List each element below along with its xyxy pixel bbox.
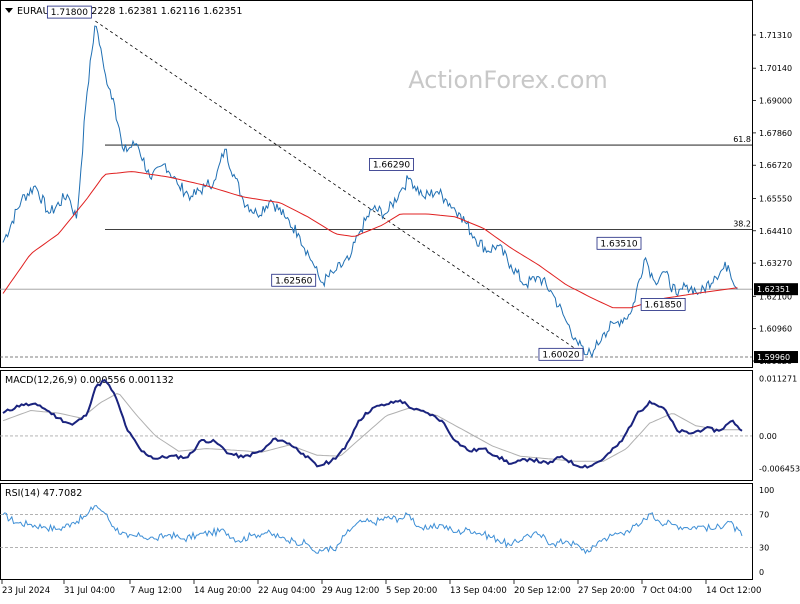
time-tick-label: 22 Aug 04:00	[258, 586, 315, 596]
rsi-tick-label: 0	[759, 568, 764, 577]
time-tick-label: 29 Aug 12:00	[322, 586, 379, 596]
price-series-line	[2, 25, 738, 359]
price-annotation-label: 1.62560	[275, 276, 312, 286]
price-tick-label: 1.65550	[759, 194, 792, 203]
rsi-line	[2, 504, 743, 555]
rsi-title: RSI(14) 47.7082	[5, 488, 82, 499]
fib-level-label: 61.8	[733, 135, 751, 144]
time-tick-label: 13 Sep 04:00	[450, 586, 507, 596]
time-tick-label: 23 Jul 2024	[2, 586, 50, 596]
price-annotation-label: 1.60020	[542, 350, 579, 360]
fib-level-label: 38.2	[733, 219, 751, 228]
current-price-tag-label: 1.62351	[757, 285, 790, 294]
time-tick-label: 31 Jul 04:00	[64, 586, 115, 596]
time-tick-label: 7 Aug 12:00	[130, 586, 182, 596]
price-tick-label: 1.60960	[759, 325, 792, 334]
macd-layer	[0, 378, 752, 469]
macd-title: MACD(12,26,9) 0.000556 0.001132	[5, 375, 174, 386]
price-header: EURAUD,H4 1.62228 1.62381 1.62116 1.6235…	[5, 6, 242, 17]
rsi-tick-label: 100	[759, 486, 774, 495]
dropdown-triangle-icon[interactable]	[5, 8, 13, 13]
time-tick-label: 14 Oct 12:00	[706, 586, 761, 596]
price-tick-label: 1.71310	[759, 31, 792, 40]
macd-main-line	[2, 378, 743, 469]
rsi-layer	[0, 504, 752, 555]
price-annotation-label: 1.66290	[373, 160, 410, 170]
time-tick-label: 27 Sep 20:00	[578, 586, 635, 596]
support-price-tag-label: 1.59960	[757, 353, 790, 362]
price-annotation-label: 1.61850	[645, 300, 682, 310]
time-tick-label: 7 Oct 04:00	[642, 586, 692, 596]
price-annotation-label: 1.63510	[600, 239, 637, 249]
forex-chart: ActionForex.com EURAUD,H4 1.62228 1.6238…	[0, 0, 800, 600]
watermark: ActionForex.com	[408, 66, 608, 94]
axis-layer: 1.71310 1.70140 1.69000 1.67860 1.66720 1.655…	[1, 31, 800, 596]
macd-signal-line	[2, 393, 742, 462]
price-tick-label: 1.64410	[759, 227, 792, 236]
time-tick-label: 20 Sep 12:00	[514, 586, 571, 596]
price-tick-label: 1.63270	[759, 259, 792, 268]
rsi-tick-label: 70	[759, 511, 769, 520]
macd-panel-frame	[0, 370, 753, 481]
macd-tick-label: 0.011271	[759, 375, 797, 384]
price-tick-label: 1.70140	[759, 64, 792, 73]
macd-tick-label: -0.006453	[759, 465, 800, 474]
price-panel-frame	[0, 0, 753, 368]
price-tick-label: 1.66720	[759, 161, 792, 170]
price-tick-label: 1.69000	[759, 97, 792, 106]
rsi-tick-label: 30	[759, 543, 769, 552]
time-tick-label: 14 Aug 20:00	[194, 586, 251, 596]
time-tick-label: 5 Sep 20:00	[386, 586, 437, 596]
rsi-panel-frame	[0, 483, 753, 580]
chart-svg: ActionForex.com EURAUD,H4 1.62228 1.6238…	[0, 0, 800, 596]
price-tick-label: 1.67860	[759, 129, 792, 138]
price-annotation-label: 1.71800	[51, 8, 88, 18]
price-layer: 61.8 38.2 1.71800 1.66290 1.62560 1.63510 1.61…	[0, 5, 752, 361]
macd-tick-label: 0.00	[759, 432, 777, 441]
